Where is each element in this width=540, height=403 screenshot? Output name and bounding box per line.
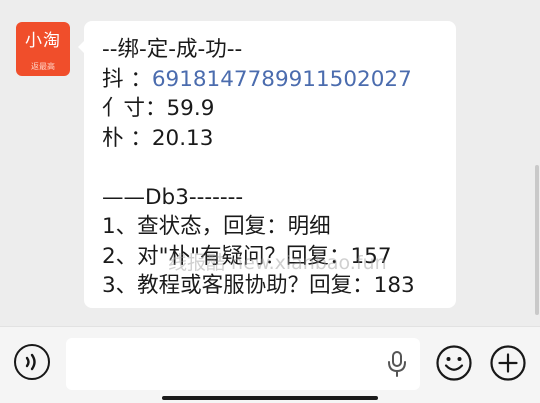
microphone-icon[interactable]	[386, 350, 408, 378]
emoji-icon[interactable]	[435, 344, 473, 382]
message-input[interactable]	[66, 338, 420, 390]
message-line-divider: ——Db3-------	[102, 184, 244, 210]
avatar-logo-sub: 返最高	[31, 62, 55, 71]
message-line-price: 亻寸：59.9	[102, 96, 215, 121]
order-label: 抖 ：	[102, 66, 152, 92]
chat-area: 小淘 返最高 --绑-定-成-功-- 抖 ：691814778991150202…	[0, 0, 540, 326]
plus-icon[interactable]	[489, 344, 527, 382]
message-line-option-3: 3、教程或客服协助？回复：183	[102, 273, 415, 298]
message-line-blank	[102, 153, 446, 183]
voice-icon	[25, 353, 36, 371]
message-line-title: --绑-定-成-功--	[102, 37, 243, 62]
scrollbar[interactable]	[535, 165, 539, 315]
message-line-option-1: 1、查状态，回复：明细	[102, 214, 331, 239]
order-number-link[interactable]: 6918147789911502027	[152, 67, 412, 92]
message-text: --绑-定-成-功-- 抖 ：6918147789911502027 亻寸：59…	[102, 35, 446, 301]
message-line-order: 抖 ：6918147789911502027	[102, 65, 446, 95]
home-indicator[interactable]	[162, 396, 378, 400]
message-bubble[interactable]: --绑-定-成-功-- 抖 ：6918147789911502027 亻寸：59…	[78, 21, 456, 308]
message-line-option-2: 2、对"朴"有疑问？回复：157	[102, 243, 392, 269]
voice-button[interactable]	[14, 344, 50, 380]
sender-avatar[interactable]: 小淘 返最高	[16, 22, 70, 76]
avatar-logo-text: 小淘	[25, 31, 61, 51]
message-line-rebate: 朴 ：20.13	[102, 125, 214, 151]
